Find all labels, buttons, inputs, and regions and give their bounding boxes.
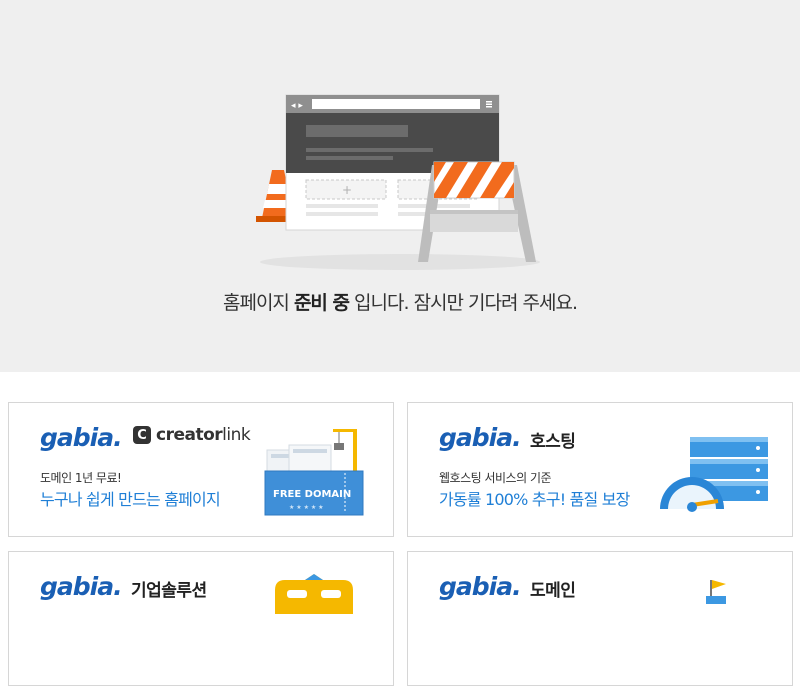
ticket-label: FREE DOMAIN xyxy=(273,489,351,500)
under-construction-illustration: ◂ ▸ + xyxy=(256,94,540,270)
crane-icon xyxy=(333,429,357,473)
gabia-logo: gabia. xyxy=(439,572,522,601)
enterprise-solution-promo-card[interactable]: gabia. 기업솔루션 xyxy=(8,551,394,686)
service-name: 도메인 xyxy=(530,581,576,601)
under-construction-banner: ◂ ▸ + 홈페이지 준비 중 입니다. 잠시만 기다려 주세요. xyxy=(0,0,800,372)
free-domain-ticket-icon: FREE DOMAIN ★ ★ ★ ★ ★ xyxy=(264,429,364,516)
service-name: 기업솔루션 xyxy=(131,581,207,601)
gabia-logo: gabia. xyxy=(40,423,123,452)
svg-text:+: + xyxy=(342,183,352,197)
domain-promo-card[interactable]: gabia. 도메인 xyxy=(407,551,793,686)
server-gauge-icon xyxy=(660,437,768,512)
svg-text:★ ★ ★ ★ ★: ★ ★ ★ ★ ★ xyxy=(289,504,324,511)
creatorlink-promo-card[interactable]: gabia. C creatorlink 도메인 1년 무료! 누구나 쉽게 만… xyxy=(8,402,394,537)
creatorlink-c-icon: C xyxy=(133,426,151,444)
message-emphasis: 준비 중 xyxy=(293,292,350,314)
gabia-logo: gabia. xyxy=(439,423,522,452)
barricade-icon xyxy=(418,161,536,262)
svg-text:◂ ▸: ◂ ▸ xyxy=(291,101,303,111)
card-headline: 누구나 쉽게 만드는 홈페이지 xyxy=(40,490,221,509)
creatorlink-logo: C creatorlink xyxy=(133,425,251,445)
enterprise-solution-icon xyxy=(275,574,353,614)
service-name: 호스팅 xyxy=(530,432,576,452)
card-headline: 가동률 100% 추구! 품질 보장 xyxy=(439,490,630,509)
gabia-logo: gabia. xyxy=(40,572,123,601)
hosting-promo-card[interactable]: gabia. 호스팅 웹호스팅 서비스의 기준 가동률 100% 추구! 품질 … xyxy=(407,402,793,537)
card-tagline: 도메인 1년 무료! xyxy=(40,471,122,485)
flag-icon xyxy=(706,580,726,604)
under-construction-message: 홈페이지 준비 중 입니다. 잠시만 기다려 주세요. xyxy=(222,292,578,314)
card-tagline: 웹호스팅 서비스의 기준 xyxy=(439,471,552,485)
